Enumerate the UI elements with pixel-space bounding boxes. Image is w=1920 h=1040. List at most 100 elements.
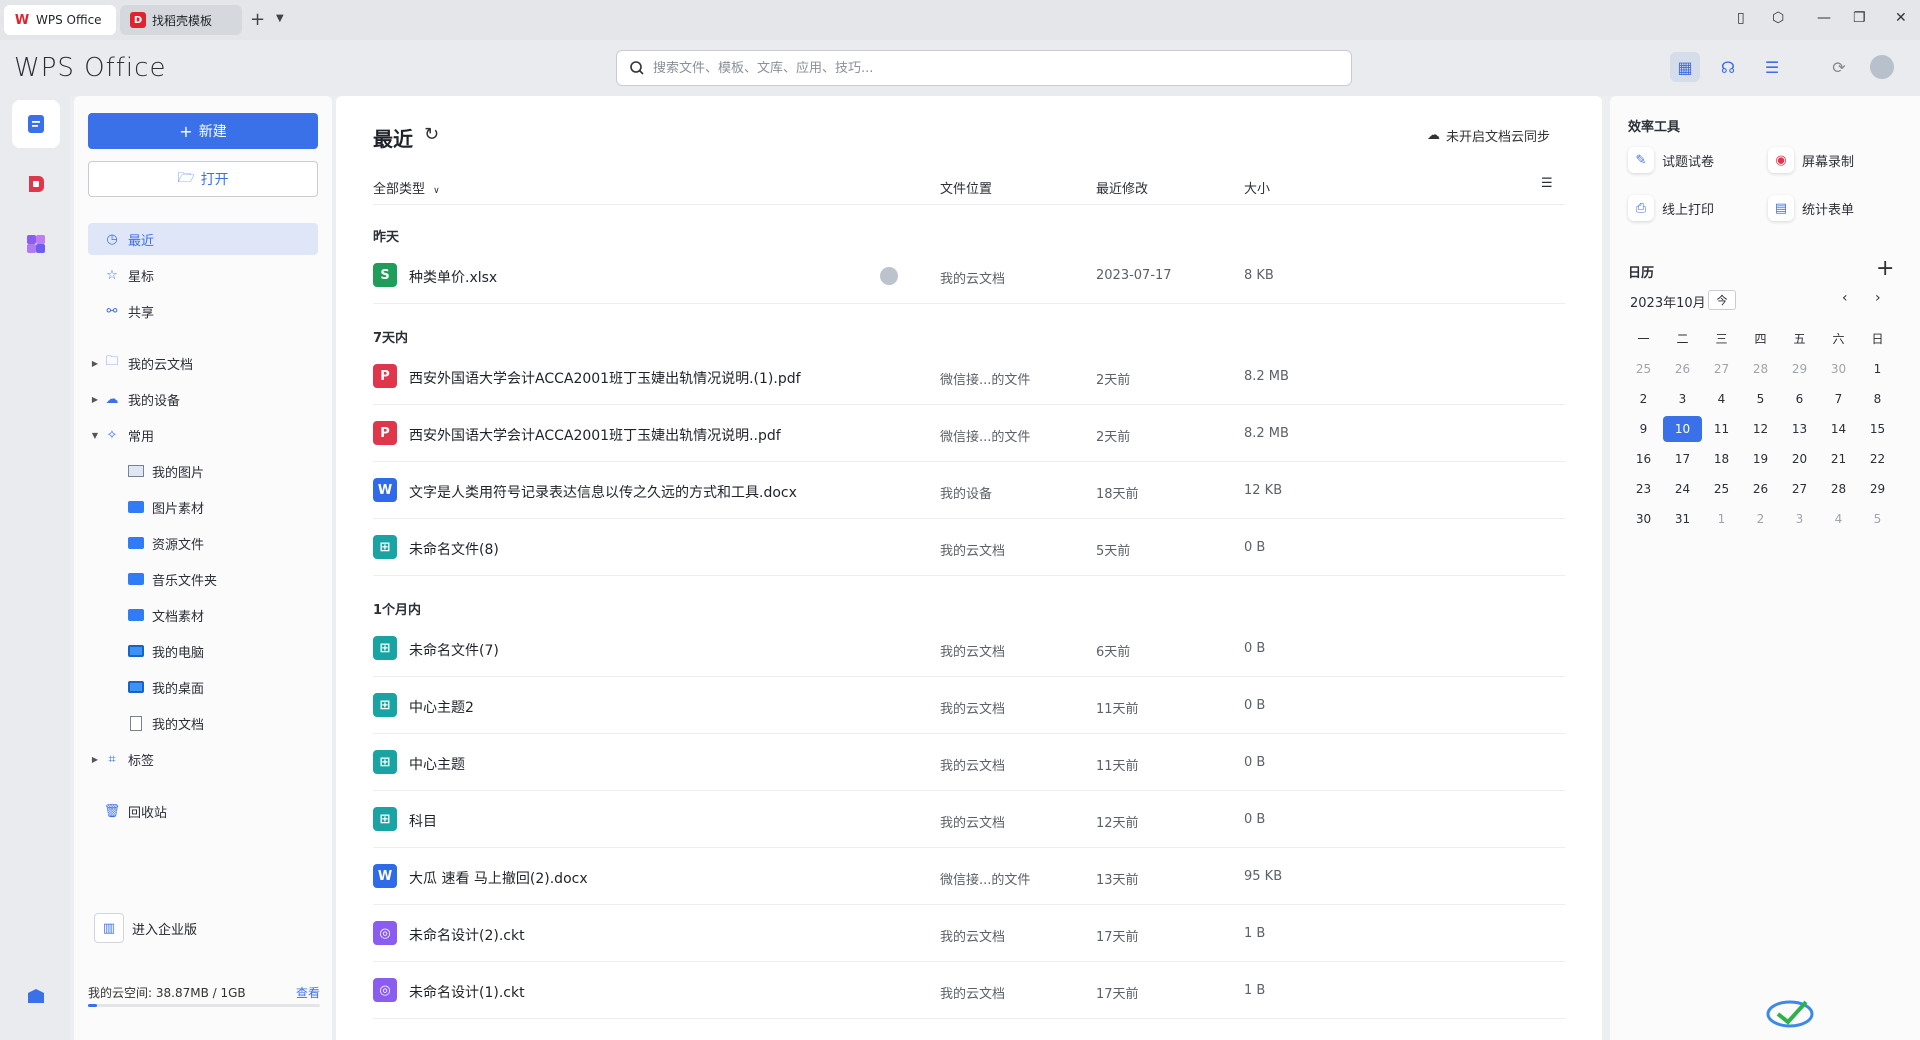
close-icon[interactable]: ✕: [1895, 10, 1907, 26]
tab-template[interactable]: D 找稻壳模板: [120, 5, 242, 35]
sidebar-item-doc-assets[interactable]: 文档素材: [88, 599, 318, 631]
rail-apps-icon[interactable]: [12, 220, 60, 268]
rail-box-icon[interactable]: [12, 972, 60, 1020]
sidebar-item-starred[interactable]: ☆ 星标: [88, 259, 318, 291]
calendar-day[interactable]: 2: [1624, 386, 1663, 412]
calendar-day[interactable]: 6: [1780, 386, 1819, 412]
calendar-day[interactable]: 5: [1741, 386, 1780, 412]
reading-mode-icon[interactable]: ▯: [1737, 10, 1745, 26]
tab-dropdown-icon[interactable]: ▼: [276, 13, 284, 24]
file-row[interactable]: W 文字是人类用符号记录表达信息以传之久远的方式和工具.docx 我的设备 18天前 1…: [373, 462, 1565, 519]
storage-view-link[interactable]: 查看: [296, 984, 320, 1001]
calendar-day[interactable]: 4: [1702, 386, 1741, 412]
refresh-icon[interactable]: ↻: [424, 124, 439, 145]
file-row[interactable]: S 种类单价.xlsx 我的云文档 2023-07-17 8 KB: [373, 247, 1565, 304]
column-location[interactable]: 文件位置: [940, 178, 992, 197]
calendar-day[interactable]: 28: [1819, 476, 1858, 502]
search-box[interactable]: [616, 50, 1352, 86]
calendar-day[interactable]: 26: [1663, 356, 1702, 382]
rail-docer-icon[interactable]: [12, 160, 60, 208]
today-button[interactable]: 今: [1708, 290, 1736, 310]
tool-print[interactable]: ⎙ 线上打印: [1628, 193, 1714, 223]
sidebar-item-my-desktop[interactable]: 我的桌面: [88, 671, 318, 703]
grid-view-icon[interactable]: ▦: [1670, 52, 1700, 82]
file-row[interactable]: ⊞ 科目 我的云文档 12天前 0 B: [373, 791, 1565, 848]
file-row[interactable]: ⊞ 未命名文件(7) 我的云文档 6天前 0 B: [373, 620, 1565, 677]
calendar-day[interactable]: 1: [1858, 356, 1897, 382]
restore-icon[interactable]: ❐: [1853, 10, 1866, 26]
calendar-day[interactable]: 2: [1741, 506, 1780, 532]
tool-screen-record[interactable]: ◉ 屏幕录制: [1768, 145, 1854, 175]
calendar-day[interactable]: 3: [1663, 386, 1702, 412]
calendar-day[interactable]: 1: [1702, 506, 1741, 532]
calendar-day[interactable]: 17: [1663, 446, 1702, 472]
calendar-day[interactable]: 22: [1858, 446, 1897, 472]
new-tab-icon[interactable]: +: [250, 9, 265, 30]
calendar-day[interactable]: 31: [1663, 506, 1702, 532]
sidebar-item-my-device[interactable]: ▶ ☁ 我的设备: [88, 383, 318, 415]
calendar-day[interactable]: 27: [1780, 476, 1819, 502]
calendar-day[interactable]: 20: [1780, 446, 1819, 472]
calendar-day[interactable]: 19: [1741, 446, 1780, 472]
file-row[interactable]: ⊞ 中心主题2 我的云文档 11天前 0 B: [373, 677, 1565, 734]
tool-form[interactable]: ▤ 统计表单: [1768, 193, 1854, 223]
collaborator-avatar[interactable]: [880, 267, 898, 285]
calendar-day[interactable]: 25: [1702, 476, 1741, 502]
sidebar-item-image-assets[interactable]: 图片素材: [88, 491, 318, 523]
sidebar-item-my-documents[interactable]: 我的文档: [88, 707, 318, 739]
file-row[interactable]: W 大瓜 速看 马上撤回(2).docx 微信接...的文件 13天前 95 KB: [373, 848, 1565, 905]
calendar-day[interactable]: 4: [1819, 506, 1858, 532]
calendar-day[interactable]: 24: [1663, 476, 1702, 502]
calendar-day[interactable]: 16: [1624, 446, 1663, 472]
calendar-day[interactable]: 11: [1702, 416, 1741, 442]
type-filter[interactable]: 全部类型 ∨: [373, 178, 440, 197]
add-event-icon[interactable]: +: [1876, 256, 1894, 281]
prev-month-icon[interactable]: ‹: [1842, 290, 1848, 306]
calendar-day[interactable]: 9: [1624, 416, 1663, 442]
calendar-day[interactable]: 13: [1780, 416, 1819, 442]
calendar-day[interactable]: 10: [1663, 416, 1702, 442]
enterprise-entry[interactable]: ▥ 进入企业版: [94, 912, 234, 944]
calendar-day[interactable]: 21: [1819, 446, 1858, 472]
calendar-day[interactable]: 26: [1741, 476, 1780, 502]
sidebar-item-cloud-docs[interactable]: ▶ 🗀 我的云文档: [88, 347, 318, 379]
calendar-day[interactable]: 8: [1858, 386, 1897, 412]
sync-status-icon[interactable]: ⟳: [1824, 52, 1854, 82]
sidebar-item-my-pictures[interactable]: 我的图片: [88, 455, 318, 487]
calendar-day[interactable]: 7: [1819, 386, 1858, 412]
column-modified[interactable]: 最近修改: [1096, 178, 1148, 197]
expand-arrow-icon[interactable]: ▶: [88, 359, 102, 368]
calendar-day[interactable]: 3: [1780, 506, 1819, 532]
calendar-day[interactable]: 18: [1702, 446, 1741, 472]
sidebar-item-frequent[interactable]: ▼ ✧ 常用: [88, 419, 318, 451]
calendar-day[interactable]: 25: [1624, 356, 1663, 382]
tab-wps-office[interactable]: W WPS Office: [4, 5, 116, 35]
sidebar-item-tags[interactable]: ▶ ⌗ 标签: [88, 743, 318, 775]
cloud-sync-toggle[interactable]: ☁ 未开启文档云同步: [1427, 126, 1550, 145]
sidebar-item-my-computer[interactable]: 我的电脑: [88, 635, 318, 667]
search-input[interactable]: [653, 60, 1333, 76]
file-row[interactable]: ⊞ 未命名文件(8) 我的云文档 5天前 0 B: [373, 519, 1565, 576]
calendar-day[interactable]: 5: [1858, 506, 1897, 532]
file-row[interactable]: ◎ 未命名设计(2).ckt 我的云文档 17天前 1 B: [373, 905, 1565, 962]
calendar-day[interactable]: 29: [1858, 476, 1897, 502]
next-month-icon[interactable]: ›: [1875, 290, 1881, 306]
sidebar-item-resources[interactable]: 资源文件: [88, 527, 318, 559]
collapse-arrow-icon[interactable]: ▼: [88, 431, 102, 440]
calendar-day[interactable]: 12: [1741, 416, 1780, 442]
sidebar-item-recent[interactable]: ◷ 最近: [88, 223, 318, 255]
calendar-day[interactable]: 28: [1741, 356, 1780, 382]
column-size[interactable]: 大小: [1244, 178, 1270, 197]
expand-arrow-icon[interactable]: ▶: [88, 755, 102, 764]
tool-exam[interactable]: ✎ 试题试卷: [1628, 145, 1714, 175]
calendar-day[interactable]: 29: [1780, 356, 1819, 382]
calendar-day[interactable]: 23: [1624, 476, 1663, 502]
calendar-day[interactable]: 14: [1819, 416, 1858, 442]
file-row[interactable]: P 西安外国语大学会计ACCA2001班丁玉婕出轨情况说明..pdf 微信接...的…: [373, 405, 1565, 462]
calendar-day[interactable]: 15: [1858, 416, 1897, 442]
cube-icon[interactable]: ⬡: [1772, 10, 1784, 26]
sidebar-item-shared[interactable]: ⚯ 共享: [88, 295, 318, 327]
open-button[interactable]: 🗁 打开: [88, 161, 318, 197]
rail-documents-icon[interactable]: [12, 100, 60, 148]
calendar-day[interactable]: 30: [1624, 506, 1663, 532]
